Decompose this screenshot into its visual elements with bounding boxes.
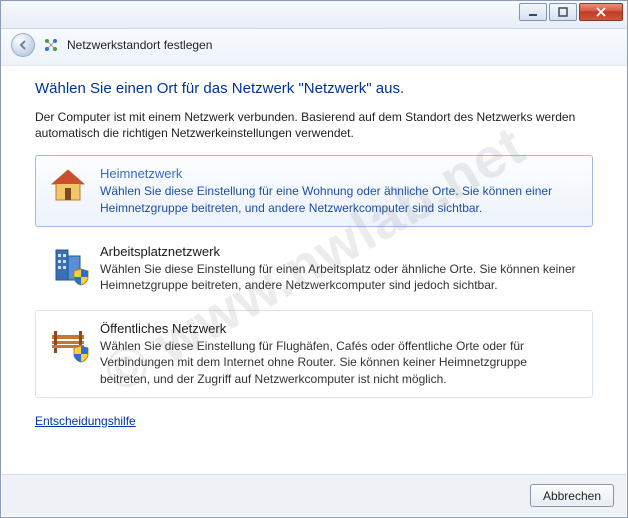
- park-bench-icon: [48, 321, 88, 361]
- minimize-button[interactable]: [519, 3, 547, 21]
- back-button[interactable]: [11, 33, 35, 57]
- office-building-icon: [48, 244, 88, 284]
- option-public-body: Öffentliches Netzwerk Wählen Sie diese E…: [100, 321, 580, 387]
- option-home-desc: Wählen Sie diese Einstellung für eine Wo…: [100, 183, 580, 215]
- network-location-icon: [43, 37, 59, 53]
- option-home-body: Heimnetzwerk Wählen Sie diese Einstellun…: [100, 166, 580, 215]
- shield-icon: [72, 345, 90, 363]
- house-icon: [48, 166, 88, 206]
- option-work-network[interactable]: Arbeitsplatznetzwerk Wählen Sie diese Ei…: [35, 233, 593, 304]
- close-button[interactable]: [579, 3, 623, 21]
- maximize-button[interactable]: [549, 3, 577, 21]
- option-home-title: Heimnetzwerk: [100, 166, 580, 181]
- option-home-network[interactable]: Heimnetzwerk Wählen Sie diese Einstellun…: [35, 155, 593, 226]
- content-area: Wählen Sie einen Ort für das Netzwerk "N…: [1, 66, 627, 438]
- header-title: Netzwerkstandort festlegen: [67, 38, 212, 52]
- cancel-button[interactable]: Abbrechen: [530, 484, 614, 507]
- option-public-desc: Wählen Sie diese Einstellung für Flughäf…: [100, 338, 580, 387]
- option-public-network[interactable]: Öffentliches Netzwerk Wählen Sie diese E…: [35, 310, 593, 398]
- header: Netzwerkstandort festlegen: [1, 29, 627, 66]
- main-heading: Wählen Sie einen Ort für das Netzwerk "N…: [35, 80, 593, 97]
- shield-icon: [72, 268, 90, 286]
- option-work-body: Arbeitsplatznetzwerk Wählen Sie diese Ei…: [100, 244, 580, 293]
- option-work-title: Arbeitsplatznetzwerk: [100, 244, 580, 259]
- footer: Abbrechen: [2, 474, 626, 516]
- dialog-window: Netzwerkstandort festlegen Wählen Sie ei…: [0, 0, 628, 518]
- titlebar: [1, 1, 627, 29]
- option-public-title: Öffentliches Netzwerk: [100, 321, 580, 336]
- option-work-desc: Wählen Sie diese Einstellung für einen A…: [100, 261, 580, 293]
- window-controls: [519, 3, 623, 21]
- help-link[interactable]: Entscheidungshilfe: [35, 414, 136, 428]
- intro-text: Der Computer ist mit einem Netzwerk verb…: [35, 109, 593, 141]
